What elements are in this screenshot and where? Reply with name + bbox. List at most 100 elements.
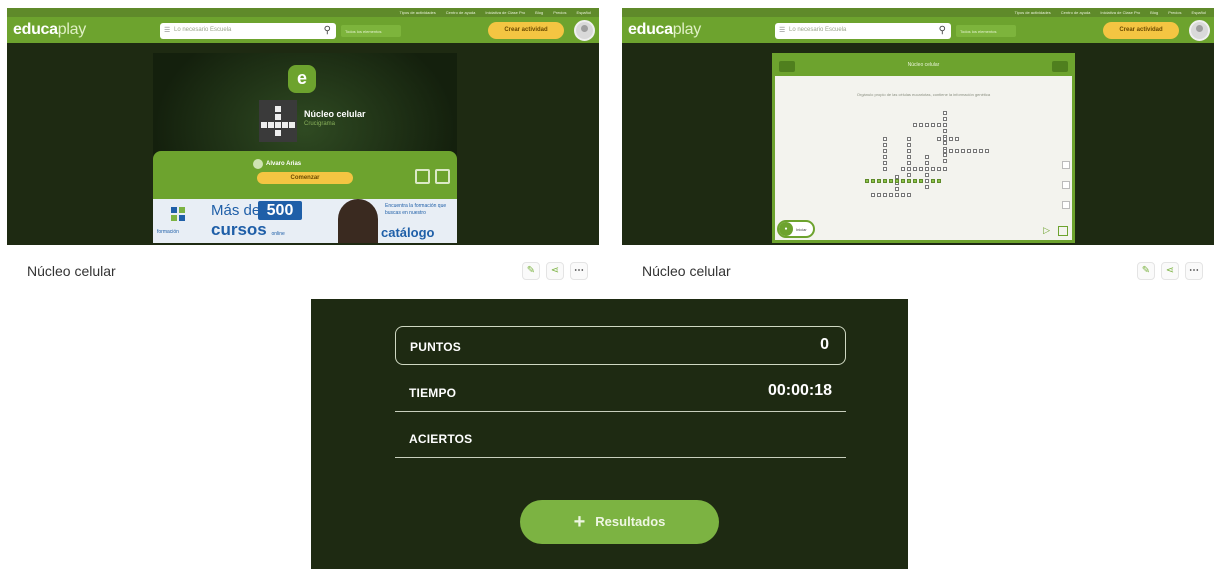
grid-icon[interactable] <box>415 169 430 184</box>
zoom-in-icon[interactable] <box>1062 161 1070 169</box>
crossword-cell[interactable] <box>979 149 983 153</box>
crossword-cell[interactable] <box>967 149 971 153</box>
activity-caption[interactable]: Núcleo celular <box>27 263 116 279</box>
crossword-cell[interactable] <box>913 123 917 127</box>
more-icon[interactable]: ⋯ <box>570 262 588 280</box>
crossword-cell[interactable] <box>901 179 905 183</box>
share-icon[interactable]: ⋖ <box>1161 262 1179 280</box>
crossword-cell[interactable] <box>907 137 911 141</box>
crossword-cell[interactable] <box>949 149 953 153</box>
edit-icon[interactable]: ✎ <box>522 262 540 280</box>
crossword-cell[interactable] <box>931 179 935 183</box>
crossword-cell[interactable] <box>913 179 917 183</box>
crossword-cell[interactable] <box>937 167 941 171</box>
crossword-cell[interactable] <box>949 137 953 141</box>
crossword-cell[interactable] <box>937 123 941 127</box>
crossword-cell[interactable] <box>871 193 875 197</box>
hint-icon[interactable]: ▷ <box>1043 225 1050 236</box>
crossword-cell[interactable] <box>943 159 947 163</box>
crossword-cell[interactable] <box>931 123 935 127</box>
toplink[interactable]: Precios <box>1168 10 1181 15</box>
user-avatar[interactable] <box>1189 20 1210 41</box>
toplink[interactable]: Iniciativa de Clase Pro <box>1100 10 1140 15</box>
educaplay-logo[interactable]: educaplay <box>13 21 86 39</box>
toplink[interactable]: Blog <box>1150 10 1158 15</box>
crossword-cell[interactable] <box>925 123 929 127</box>
fullscreen-icon[interactable] <box>435 169 450 184</box>
crossword-cell[interactable] <box>901 193 905 197</box>
educaplay-logo[interactable]: educaplay <box>628 21 701 39</box>
settings-icon[interactable] <box>1052 61 1068 72</box>
crossword-cell[interactable] <box>925 161 929 165</box>
toplink[interactable]: Centro de ayuda <box>1061 10 1091 15</box>
crossword-cell[interactable] <box>925 173 929 177</box>
crossword-cell[interactable] <box>943 153 947 157</box>
search-icon[interactable]: ⚲ <box>324 25 331 36</box>
crossword-cell[interactable] <box>943 137 947 141</box>
crossword-cell[interactable] <box>919 179 923 183</box>
crossword-cell[interactable] <box>913 167 917 171</box>
fullscreen-icon[interactable] <box>1058 226 1068 236</box>
crossword-cell[interactable] <box>925 167 929 171</box>
crossword-cell[interactable] <box>973 149 977 153</box>
crossword-cell[interactable] <box>955 137 959 141</box>
crossword-cell[interactable] <box>907 155 911 159</box>
crossword-cell[interactable] <box>895 179 899 183</box>
search-input[interactable]: ☰ Lo necesario Escuela ⚲ <box>775 23 951 39</box>
crossword-cell[interactable] <box>943 141 947 145</box>
crossword-cell[interactable] <box>937 179 941 183</box>
crossword-cell[interactable] <box>883 179 887 183</box>
timer-start-button[interactable]: ● Iniciar <box>777 220 815 238</box>
crossword-cell[interactable] <box>895 187 899 191</box>
crossword-cell[interactable] <box>889 193 893 197</box>
crossword-cell[interactable] <box>877 179 881 183</box>
crossword-cell[interactable] <box>883 155 887 159</box>
crossword-cell[interactable] <box>931 167 935 171</box>
crossword-cell[interactable] <box>907 179 911 183</box>
crossword-cell[interactable] <box>943 149 947 153</box>
crossword-cell[interactable] <box>883 149 887 153</box>
edit-icon[interactable]: ✎ <box>1137 262 1155 280</box>
zoom-out-icon[interactable] <box>1062 201 1070 209</box>
user-avatar[interactable] <box>574 20 595 41</box>
crossword-cell[interactable] <box>883 167 887 171</box>
crossword-cell[interactable] <box>925 179 929 183</box>
toplink[interactable]: Precios <box>553 10 566 15</box>
crossword-cell[interactable] <box>907 193 911 197</box>
toplink[interactable]: Iniciativa de Clase Pro <box>485 10 525 15</box>
crossword-cell[interactable] <box>943 167 947 171</box>
crossword-cell[interactable] <box>955 149 959 153</box>
author-name[interactable]: Alvaro Arias <box>266 161 301 167</box>
crossword-cell[interactable] <box>901 167 905 171</box>
crossword-cell[interactable] <box>943 111 947 115</box>
create-activity-button[interactable]: Crear actividad <box>488 22 564 39</box>
crossword-cell[interactable] <box>925 185 929 189</box>
toplink[interactable]: Español <box>577 10 591 15</box>
toplink[interactable]: Blog <box>535 10 543 15</box>
crossword-cell[interactable] <box>907 167 911 171</box>
crossword-cell[interactable] <box>907 143 911 147</box>
crossword-cell[interactable] <box>883 161 887 165</box>
crossword-cell[interactable] <box>907 173 911 177</box>
crossword-cell[interactable] <box>943 129 947 133</box>
crossword-cell[interactable] <box>937 137 941 141</box>
more-icon[interactable]: ⋯ <box>1185 262 1203 280</box>
crossword-cell[interactable] <box>985 149 989 153</box>
create-activity-button[interactable]: Crear actividad <box>1103 22 1179 39</box>
toplink[interactable]: Tipos de actividades <box>1014 10 1050 15</box>
crossword-cell[interactable] <box>889 179 893 183</box>
advertisement-banner[interactable]: formación Más de 500 cursos online Encue… <box>153 199 457 243</box>
crossword-cell[interactable] <box>871 179 875 183</box>
toplink[interactable]: Centro de ayuda <box>446 10 476 15</box>
crossword-cell[interactable] <box>877 193 881 197</box>
activity-caption[interactable]: Núcleo celular <box>642 263 731 279</box>
crossword-cell[interactable] <box>865 179 869 183</box>
crossword-cell[interactable] <box>961 149 965 153</box>
crossword-cell[interactable] <box>907 161 911 165</box>
crossword-cell[interactable] <box>883 143 887 147</box>
crossword-cell[interactable] <box>883 137 887 141</box>
search-icon[interactable]: ⚲ <box>939 25 946 36</box>
results-button[interactable]: + Resultados <box>520 500 719 544</box>
toplink[interactable]: Tipos de actividades <box>399 10 435 15</box>
start-button[interactable]: Comenzar <box>257 172 353 184</box>
